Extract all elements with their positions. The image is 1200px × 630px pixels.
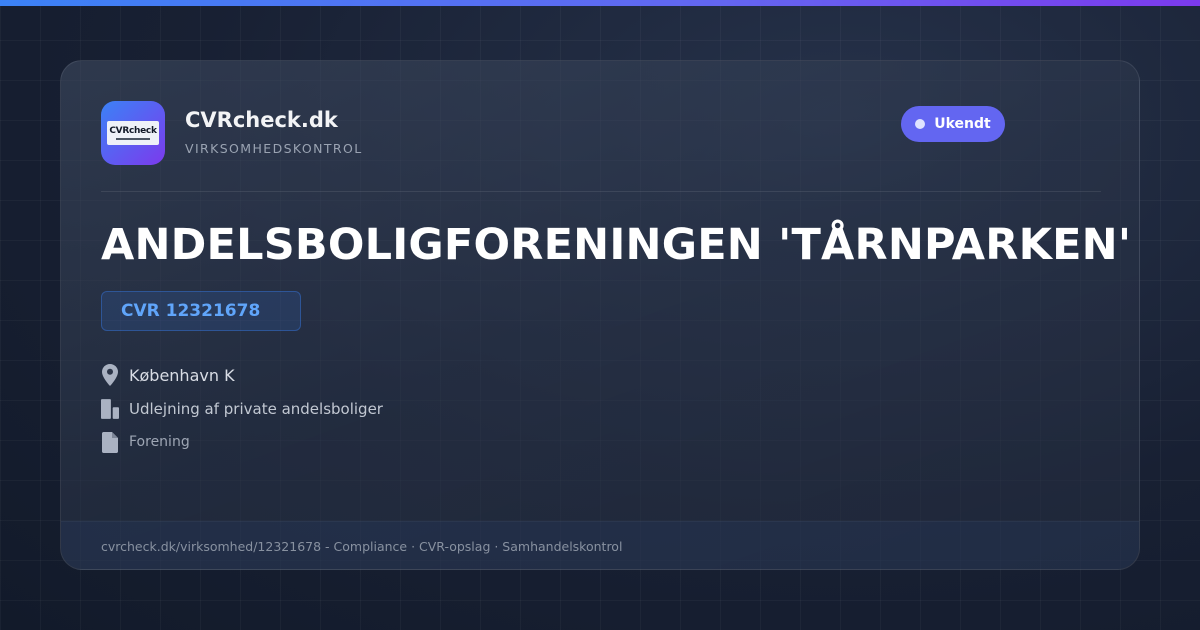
cvr-badge: CVR 12321678 bbox=[101, 291, 301, 331]
brand-logo-underline bbox=[116, 138, 150, 140]
brand-logo-text: CVRcheck bbox=[109, 126, 157, 136]
brand-name: CVRcheck.dk bbox=[185, 108, 338, 132]
company-name: ANDELSBOLIGFORENINGEN 'TÅRNPARKEN' bbox=[101, 220, 1132, 270]
info-row-industry: Udlejning af private andelsboliger bbox=[101, 398, 383, 420]
info-row-location: København K bbox=[101, 364, 235, 386]
card-header: CVRcheck CVRcheck.dk VIRKSOMHEDSKONTROL … bbox=[101, 101, 1101, 165]
brand-tagline: VIRKSOMHEDSKONTROL bbox=[185, 141, 363, 156]
status-badge: Ukendt bbox=[901, 106, 1005, 142]
brand-logo-plate: CVRcheck bbox=[107, 121, 159, 145]
building-icon bbox=[101, 398, 119, 420]
header-divider bbox=[101, 191, 1101, 192]
card-footer: cvrcheck.dk/virksomhed/12321678 - Compli… bbox=[61, 521, 1139, 569]
footer-link-text[interactable]: cvrcheck.dk/virksomhed/12321678 - Compli… bbox=[101, 539, 622, 554]
cvr-number: CVR 12321678 bbox=[121, 301, 261, 321]
company-card: CVRcheck CVRcheck.dk VIRKSOMHEDSKONTROL … bbox=[60, 60, 1140, 570]
map-pin-icon bbox=[101, 364, 119, 386]
status-dot-icon bbox=[915, 119, 926, 129]
status-label: Ukendt bbox=[934, 116, 991, 132]
brand-logo: CVRcheck bbox=[101, 101, 165, 165]
company-type: Forening bbox=[129, 434, 190, 450]
top-accent-bar bbox=[0, 0, 1200, 6]
company-location: København K bbox=[129, 365, 235, 385]
document-icon bbox=[101, 431, 119, 453]
info-row-type: Forening bbox=[101, 431, 190, 453]
company-industry: Udlejning af private andelsboliger bbox=[129, 400, 383, 418]
